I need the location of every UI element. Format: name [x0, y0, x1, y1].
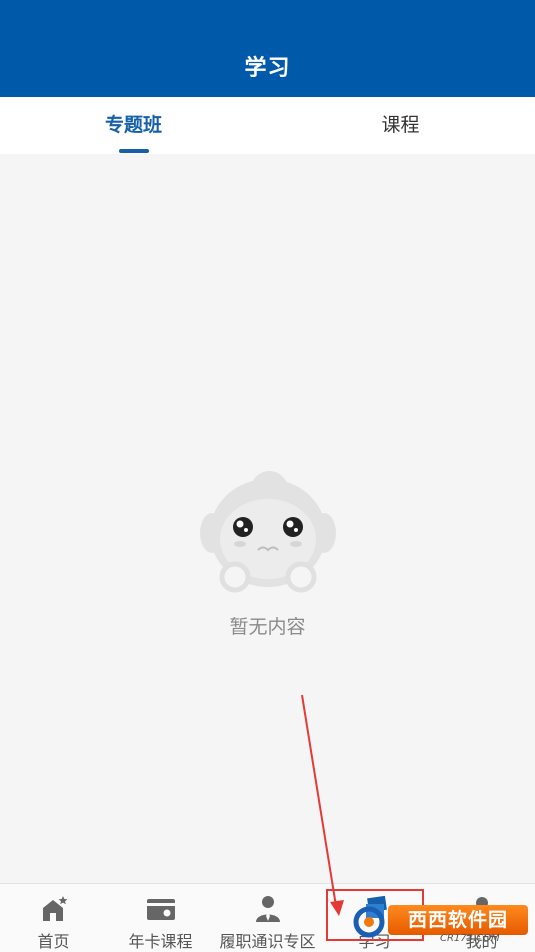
app-header: 学习 — [0, 0, 535, 97]
home-icon — [42, 896, 67, 921]
watermark: 西西软件园 CR173.COM — [352, 903, 532, 944]
empty-mascot-icon — [200, 470, 336, 593]
tabbar-label: 履职通识专区 — [219, 932, 316, 951]
person-icon — [255, 896, 280, 922]
tab-special-class[interactable]: 专题班 — [0, 97, 267, 154]
watermark-logo-icon — [353, 906, 385, 938]
watermark-text: 西西软件园 — [388, 905, 528, 935]
tabbar-item-duty-zone[interactable]: 履职通识专区 — [214, 884, 321, 952]
tabbar-item-annual-card[interactable]: 年卡课程 — [107, 884, 214, 952]
page-title: 学习 — [244, 56, 291, 81]
active-tab-indicator — [119, 149, 149, 153]
tabbar-label: 年卡课程 — [128, 932, 193, 951]
watermark-subtext: CR173.COM — [440, 933, 500, 944]
tab-courses[interactable]: 课程 — [267, 97, 534, 154]
tab-bar-top: 专题班 课程 — [0, 97, 535, 154]
card-icon — [146, 899, 175, 920]
tabbar-label: 首页 — [37, 932, 70, 951]
tabbar-item-home[interactable]: 首页 — [0, 884, 107, 952]
empty-message: 暂无内容 — [229, 616, 306, 638]
